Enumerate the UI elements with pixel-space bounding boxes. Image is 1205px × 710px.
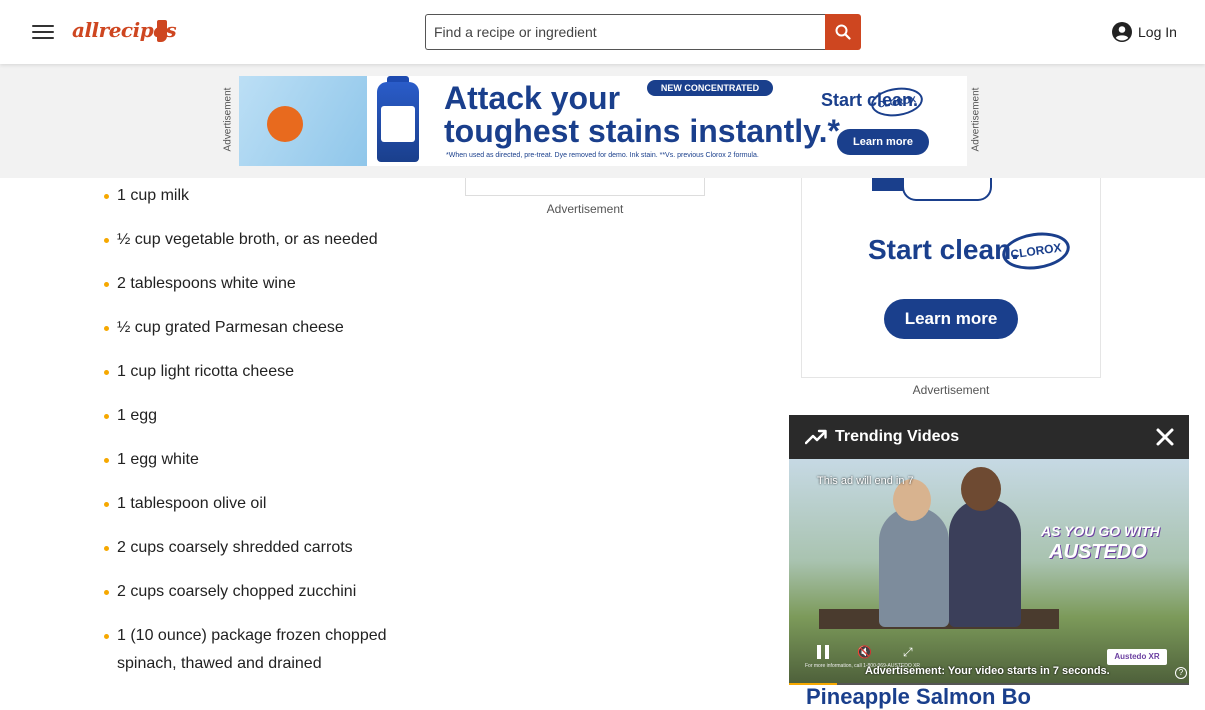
- bullet-icon: [104, 502, 109, 507]
- bullet-icon: [104, 282, 109, 287]
- close-icon[interactable]: [1155, 427, 1175, 447]
- search-icon: [835, 24, 851, 40]
- ad-headline-line1: Attack your: [444, 80, 621, 116]
- ad-fine-print: *When used as directed, pre-treat. Dye r…: [446, 152, 759, 159]
- video-person-right: [949, 499, 1021, 627]
- bottle-label: [381, 106, 415, 142]
- ingredient-text: ½ cup vegetable broth, or as needed: [117, 231, 378, 248]
- search-button[interactable]: [825, 14, 861, 50]
- menu-icon[interactable]: [32, 24, 54, 40]
- ingredient-item: 1 cup light ricotta cheese: [104, 358, 424, 386]
- bullet-icon: [104, 590, 109, 595]
- ingredient-text: 1 tablespoon olive oil: [117, 495, 267, 512]
- video-ad-notice: Advertisement: Your video starts in 7 se…: [865, 665, 1110, 677]
- video-progress-fill: [789, 683, 837, 685]
- user-icon: [1112, 22, 1132, 42]
- ingredient-text: 1 (10 ounce) package frozen chopped spin…: [117, 627, 387, 672]
- ad-image: [239, 76, 367, 166]
- ingredient-item: ½ cup grated Parmesan cheese: [104, 314, 424, 342]
- bullet-icon: [104, 238, 109, 243]
- advertisement-label-right: Advertisement: [970, 87, 982, 152]
- ingredient-item: 2 cups coarsely shredded carrots: [104, 534, 424, 562]
- site-header: allrecipes Log In: [0, 0, 1205, 64]
- ingredient-item: 1 tablespoon olive oil: [104, 490, 424, 518]
- ingredient-list: 1 cup milk ½ cup vegetable broth, or as …: [104, 182, 424, 694]
- bullet-icon: [104, 546, 109, 551]
- ingredient-item: 1 (10 ounce) package frozen chopped spin…: [104, 622, 424, 678]
- trending-header: Trending Videos: [789, 415, 1189, 459]
- pause-icon[interactable]: [817, 645, 829, 659]
- bullet-icon: [104, 370, 109, 375]
- bullet-icon: [104, 634, 109, 639]
- video-person-left: [879, 507, 949, 627]
- sidebar-ad-start-clean: Start clean.: [868, 234, 1019, 265]
- ingredient-text: 1 cup milk: [117, 187, 190, 204]
- recipe-card-title[interactable]: Pineapple Salmon Bo: [806, 684, 1031, 710]
- bullet-icon: [104, 326, 109, 331]
- login-link[interactable]: Log In: [1112, 21, 1177, 43]
- trending-video-player: Trending Videos This ad will end in 7 AS…: [789, 415, 1189, 685]
- ad-learn-more-button[interactable]: Learn more: [837, 129, 929, 155]
- ingredient-text: ½ cup grated Parmesan cheese: [117, 319, 344, 336]
- mute-icon[interactable]: 🔇: [857, 645, 879, 659]
- ingredient-text: 2 tablespoons white wine: [117, 275, 296, 292]
- fullscreen-icon[interactable]: ⤢: [903, 645, 917, 659]
- ingredient-text: 2 cups coarsely shredded carrots: [117, 539, 353, 556]
- sidebar-ad-learn-more-button[interactable]: Learn more: [884, 299, 1018, 339]
- banner-ad[interactable]: NEW CONCENTRATED Attack your toughest st…: [239, 76, 967, 166]
- ingredient-text: 1 egg: [117, 407, 158, 424]
- trending-icon: [805, 429, 827, 445]
- ad-headline-line2: toughest stains instantly.*: [444, 113, 840, 149]
- video-brand-line1: AS YOU GO WITH: [1041, 523, 1160, 539]
- mid-ad-label: Advertisement: [546, 202, 624, 216]
- video-brand-line2: AUSTEDO: [1049, 541, 1147, 563]
- ingredient-text: 2 cups coarsely chopped zucchini: [117, 583, 357, 600]
- search-input[interactable]: [425, 14, 826, 50]
- ad-headline: Attack your toughest stains instantly.*: [444, 82, 840, 148]
- ingredient-item: 1 cup milk: [104, 182, 424, 210]
- ingredient-item: 2 tablespoons white wine: [104, 270, 424, 298]
- login-label: Log In: [1138, 24, 1177, 40]
- ingredient-item: 2 cups coarsely chopped zucchini: [104, 578, 424, 606]
- ingredient-item: ½ cup vegetable broth, or as needed: [104, 226, 424, 254]
- logo-spoon-icon: [157, 20, 167, 42]
- bullet-icon: [104, 194, 109, 199]
- bullet-icon: [104, 414, 109, 419]
- video-frame[interactable]: This ad will end in 7 AS YOU GO WITH AUS…: [789, 459, 1189, 685]
- sidebar-ad-label: Advertisement: [912, 383, 990, 397]
- ingredient-text: 1 egg white: [117, 451, 199, 468]
- ad-countdown: This ad will end in 7: [817, 475, 914, 487]
- ingredient-item: 1 egg: [104, 402, 424, 430]
- ad-ball-image: [267, 106, 303, 142]
- trending-title: Trending Videos: [835, 428, 960, 445]
- video-person-right-head: [961, 467, 1001, 511]
- ingredient-text: 1 cup light ricotta cheese: [117, 363, 294, 380]
- ingredient-item: 1 egg white: [104, 446, 424, 474]
- bullet-icon: [104, 458, 109, 463]
- help-icon[interactable]: ?: [1175, 667, 1187, 679]
- advertisement-label-left: Advertisement: [222, 87, 234, 152]
- video-progress-bar[interactable]: [789, 683, 1189, 685]
